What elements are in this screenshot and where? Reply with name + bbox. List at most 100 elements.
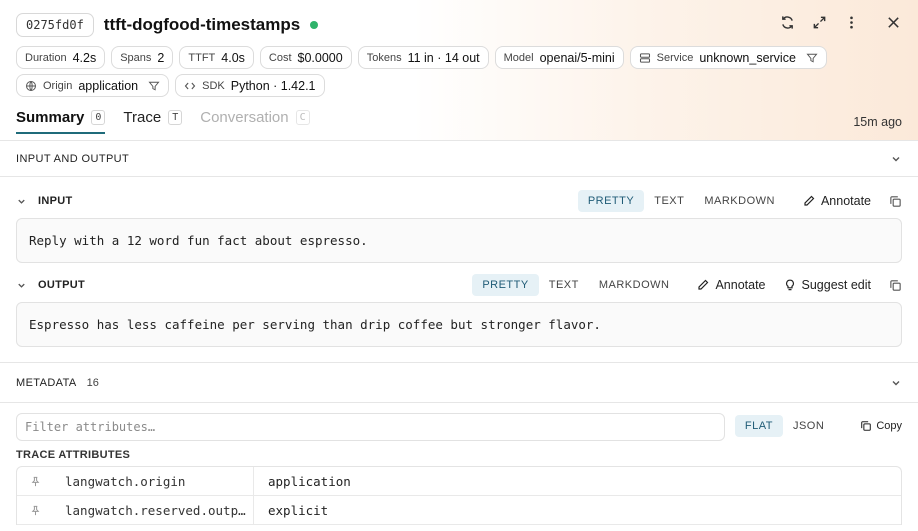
output-controls: PRETTY TEXT MARKDOWN Annotate Suggest ed… <box>472 274 902 296</box>
format-text[interactable]: TEXT <box>539 274 589 296</box>
chip-value: application <box>78 78 139 93</box>
chip-value: openai/5-mini <box>539 50 615 65</box>
copy-label: Copy <box>876 420 902 432</box>
attributes-table: langwatch.origin application langwatch.r… <box>16 466 902 525</box>
tab-label: Trace <box>123 109 162 126</box>
suggest-edit-button[interactable]: Suggest edit <box>784 278 872 292</box>
format-pretty[interactable]: PRETTY <box>577 190 645 212</box>
attribute-value: explicit <box>268 502 329 518</box>
section-title: INPUT AND OUTPUT <box>16 152 130 165</box>
copy-button[interactable]: Copy <box>860 420 902 432</box>
chip-value: 4.2s <box>72 50 97 65</box>
sdk-chip: SDK Python · 1.42.1 <box>175 74 325 97</box>
section-title: METADATA <box>16 376 77 389</box>
suggest-edit-label: Suggest edit <box>801 278 872 292</box>
chip-label: Service <box>656 51 694 64</box>
input-label: INPUT <box>38 195 73 207</box>
input-header: INPUT PRETTY TEXT MARKDOWN Annotate <box>16 189 902 213</box>
chevron-down-icon[interactable] <box>890 153 902 165</box>
lightbulb-icon <box>785 279 794 291</box>
shortcut-key: C <box>295 110 310 125</box>
chip-value: Python · 1.42.1 <box>230 78 316 93</box>
shortcut-key: T <box>168 110 183 125</box>
title-row: 0275fd0f ttft-dogfood-timestamps <box>16 12 319 38</box>
metrics-chips: Duration 4.2s Spans 2 TTFT 4.0s Cost $0.0000… <box>16 46 827 69</box>
tab-bar: Summary 0 Trace T Conversation C <box>16 109 310 134</box>
more-options-icon[interactable] <box>840 11 862 33</box>
trace-title: ttft-dogfood-timestamps <box>103 15 301 34</box>
pin-icon[interactable] <box>17 476 53 487</box>
cost-chip: Cost $0.0000 <box>259 46 352 69</box>
output-content: Espresso has less caffeine per serving t… <box>16 302 902 347</box>
pencil-icon <box>698 279 709 290</box>
view-json[interactable]: JSON <box>783 415 834 437</box>
copy-icon <box>861 421 872 431</box>
copy-icon[interactable] <box>889 195 902 208</box>
chip-value: $0.0000 <box>297 50 343 65</box>
filter-icon[interactable] <box>148 80 160 92</box>
input-content: Reply with a 12 word fun fact about espr… <box>16 218 902 263</box>
chip-label: Origin <box>43 79 73 92</box>
output-header: OUTPUT PRETTY TEXT MARKDOWN Annotate Sug… <box>16 273 902 297</box>
globe-icon <box>25 80 37 92</box>
attribute-value: application <box>268 473 351 489</box>
metadata-section-header[interactable]: METADATA 16 <box>0 362 918 403</box>
ttft-chip: TTFT 4.0s <box>179 46 254 69</box>
chip-value: 11 in · 14 out <box>407 50 480 65</box>
duration-chip: Duration 4.2s <box>16 46 106 69</box>
close-icon[interactable] <box>882 11 904 33</box>
trace-header: 0275fd0f ttft-dogfood-timestamps Duratio… <box>0 0 918 141</box>
attribute-key: langwatch.reserved.outp… <box>65 502 246 518</box>
format-text[interactable]: TEXT <box>644 190 694 212</box>
service-chip: Service unknown_service <box>629 46 827 69</box>
origin-chip: Origin application <box>16 74 170 97</box>
pencil-icon <box>804 195 815 206</box>
chip-value: unknown_service <box>699 50 796 65</box>
refresh-icon[interactable] <box>776 11 798 33</box>
shortcut-key: 0 <box>91 110 106 125</box>
chip-label: Model <box>503 51 534 64</box>
copy-icon[interactable] <box>889 279 902 292</box>
chevron-down-icon[interactable] <box>890 377 902 389</box>
spans-chip: Spans 2 <box>111 46 174 69</box>
annotate-label: Annotate <box>715 278 766 292</box>
code-icon <box>184 80 196 92</box>
table-row: langwatch.origin application <box>17 467 901 496</box>
tab-conversation[interactable]: Conversation C <box>200 109 310 134</box>
chip-label: SDK <box>202 79 225 92</box>
format-pretty[interactable]: PRETTY <box>472 274 539 296</box>
metadata-count: 16 <box>86 376 99 389</box>
output-label: OUTPUT <box>38 279 86 291</box>
origin-chips: Origin application SDK Python · 1.42.1 <box>16 74 325 97</box>
tab-label: Conversation <box>200 109 289 126</box>
expand-icon[interactable] <box>808 11 830 33</box>
chip-label: TTFT <box>188 51 216 64</box>
metadata-controls: FLAT JSON Copy <box>734 415 902 437</box>
format-markdown[interactable]: MARKDOWN <box>694 190 785 212</box>
trace-id-chip[interactable]: 0275fd0f <box>16 13 94 37</box>
io-section-header[interactable]: INPUT AND OUTPUT <box>0 141 918 177</box>
chevron-down-icon[interactable] <box>16 280 28 291</box>
input-controls: PRETTY TEXT MARKDOWN Annotate <box>577 190 902 212</box>
annotate-button[interactable]: Annotate <box>697 278 766 292</box>
time-ago: 15m ago <box>853 115 902 129</box>
header-actions <box>776 11 904 33</box>
chip-value: 2 <box>157 50 165 65</box>
attribute-key: langwatch.origin <box>65 473 186 489</box>
status-dot <box>310 21 319 29</box>
annotate-button[interactable]: Annotate <box>803 194 871 208</box>
format-markdown[interactable]: MARKDOWN <box>589 274 680 296</box>
chevron-down-icon[interactable] <box>16 196 28 207</box>
filter-attributes-input[interactable] <box>16 413 725 441</box>
annotate-label: Annotate <box>820 194 871 208</box>
chip-value: 4.0s <box>221 50 245 65</box>
tab-summary[interactable]: Summary 0 <box>16 109 106 134</box>
tab-label: Summary <box>16 109 85 126</box>
chip-label: Cost <box>268 51 292 64</box>
filter-icon[interactable] <box>806 52 818 64</box>
pin-icon[interactable] <box>17 505 53 516</box>
view-flat[interactable]: FLAT <box>734 415 783 437</box>
tab-trace[interactable]: Trace T <box>123 109 183 134</box>
chip-label: Spans <box>120 51 152 64</box>
model-chip: Model openai/5-mini <box>494 46 624 69</box>
